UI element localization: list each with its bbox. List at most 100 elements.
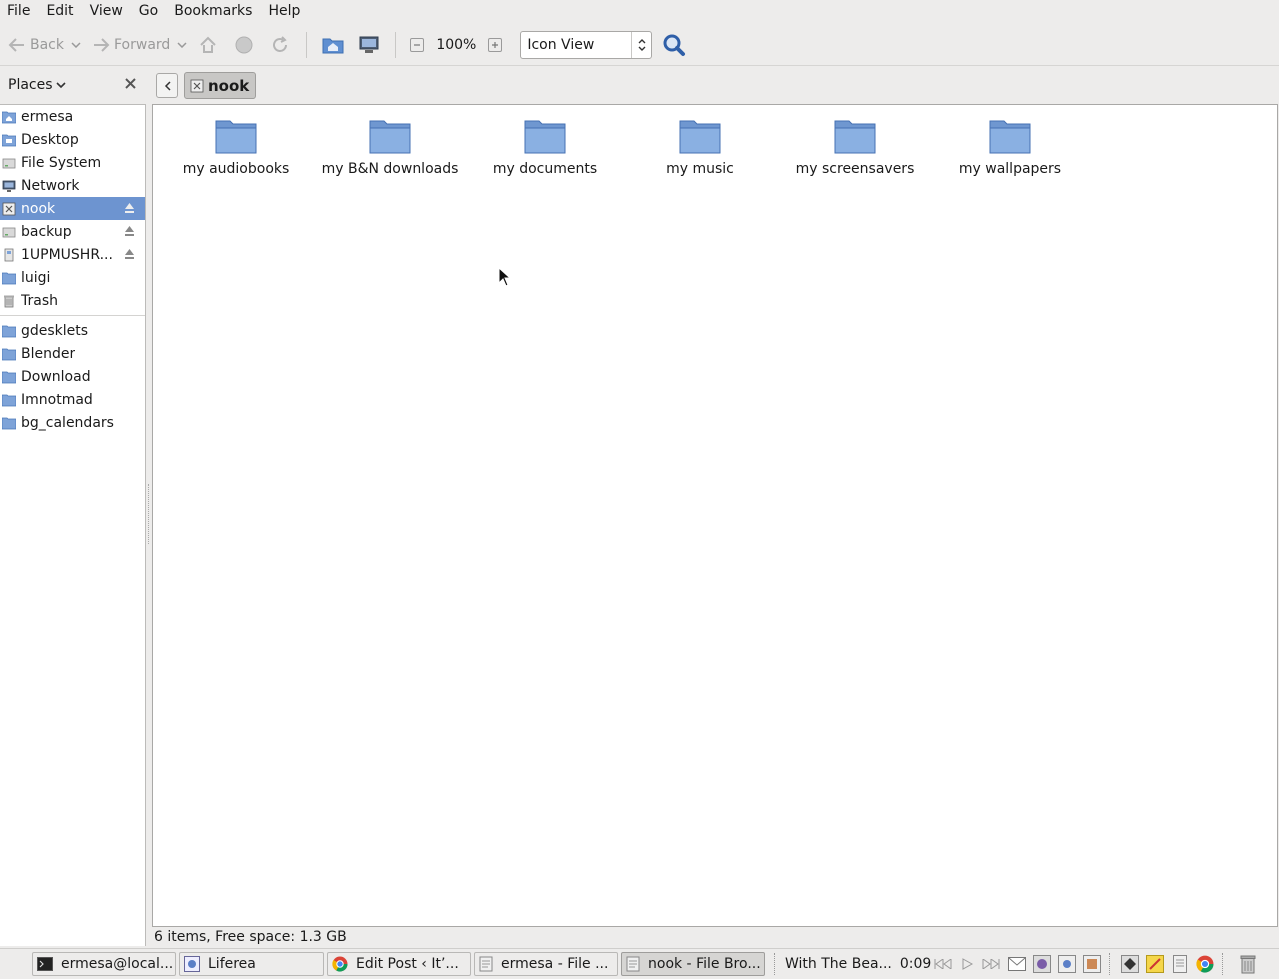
file-browser-icon (626, 956, 640, 972)
trash-applet-icon[interactable] (1237, 953, 1259, 975)
place-label: Trash (21, 292, 58, 309)
place-backup[interactable]: backup (0, 220, 145, 243)
folder-icon (2, 371, 16, 383)
sidebar-title: Places (8, 77, 53, 93)
forward-arrow-icon (94, 37, 110, 52)
task-file-browser-ermesa[interactable]: ermesa - File ... (474, 952, 618, 976)
terminal-icon (37, 957, 53, 971)
home-button[interactable] (315, 29, 351, 61)
folder-item[interactable]: my music (625, 117, 775, 177)
mouse-pointer-icon (498, 267, 512, 287)
place-ermesa[interactable]: ermesa (0, 105, 145, 128)
task-liferea[interactable]: Liferea (179, 952, 324, 976)
menu-go[interactable]: Go (131, 0, 166, 22)
search-button[interactable] (656, 29, 692, 61)
menu-bookmarks[interactable]: Bookmarks (166, 0, 260, 22)
forward-button[interactable]: Forward (88, 29, 174, 61)
place-luigi[interactable]: luigi (0, 266, 145, 289)
removable-drive-icon (4, 248, 14, 261)
menu-edit[interactable]: Edit (38, 0, 81, 22)
close-sidebar-button[interactable] (125, 77, 136, 93)
bookmark-imnotmad[interactable]: Imnotmad (0, 388, 145, 411)
back-button[interactable]: Back (4, 29, 68, 61)
folder-icon (2, 348, 16, 360)
pidgin-icon[interactable] (1031, 953, 1053, 975)
place-nook[interactable]: nook (0, 197, 145, 220)
places-sidebar: ermesa Desktop File System Network nook … (0, 104, 146, 946)
task-file-browser-nook[interactable]: nook - File Bro... (621, 952, 765, 976)
place-network[interactable]: Network (0, 174, 145, 197)
folder-item[interactable]: my screensavers (780, 117, 930, 177)
eject-icon[interactable] (124, 225, 135, 237)
folder-item[interactable]: my documents (470, 117, 620, 177)
play-button[interactable] (955, 954, 979, 974)
menu-file[interactable]: File (0, 0, 38, 22)
forward-history-dropdown[interactable] (174, 29, 190, 61)
zoom-in-button[interactable] (488, 37, 503, 52)
file-icon-view[interactable]: my audiobooks my B&N downloads my docume… (152, 104, 1278, 927)
place-1upmushr[interactable]: 1UPMUSHR... (0, 243, 145, 266)
toolbar-separator (306, 31, 308, 58)
view-mode-select[interactable]: Icon View (520, 30, 653, 59)
device-icon (190, 79, 204, 92)
place-label: 1UPMUSHR... (21, 246, 113, 263)
folder-icon (2, 272, 16, 284)
chrome-tray-icon[interactable] (1194, 953, 1216, 975)
bookmark-label: Imnotmad (21, 391, 93, 408)
sidebar-separator (0, 315, 145, 316)
search-icon (663, 34, 686, 56)
path-scroll-left-button[interactable] (156, 73, 178, 98)
place-trash[interactable]: Trash (0, 289, 145, 312)
task-chrome[interactable]: Edit Post ‹ It’... (327, 952, 471, 976)
bookmark-download[interactable]: Download (0, 365, 145, 388)
places-dropdown[interactable]: Places (8, 77, 66, 93)
next-track-button[interactable] (979, 954, 1003, 974)
chrome-icon (332, 956, 348, 972)
up-button[interactable] (190, 29, 226, 61)
home-folder-icon (322, 38, 344, 53)
network-status-icon[interactable] (1056, 953, 1078, 975)
folder-item[interactable]: my B&N downloads (315, 117, 465, 177)
puzzle-icon[interactable] (1081, 953, 1103, 975)
computer-button[interactable] (351, 29, 387, 61)
computer-icon (359, 36, 379, 53)
now-playing-title: With The Bea... (785, 956, 892, 972)
home-folder-icon (2, 111, 16, 123)
back-label: Back (30, 36, 64, 53)
previous-track-button[interactable] (931, 954, 955, 974)
place-desktop[interactable]: Desktop (0, 128, 145, 151)
menu-help[interactable]: Help (260, 0, 308, 22)
up-arrow-icon (200, 36, 217, 53)
folder-label: my wallpapers (958, 161, 1062, 177)
folder-item[interactable]: my audiobooks (161, 117, 311, 177)
eject-icon[interactable] (124, 248, 135, 260)
forward-label: Forward (114, 36, 171, 53)
bookmark-blender[interactable]: Blender (0, 342, 145, 365)
file-icon[interactable] (1169, 953, 1191, 975)
chevron-down-icon (177, 41, 187, 48)
stop-icon (235, 36, 253, 53)
path-crumb-nook[interactable]: nook (184, 72, 257, 99)
mail-icon[interactable] (1006, 953, 1028, 975)
place-file-system[interactable]: File System (0, 151, 145, 174)
liferea-icon (184, 956, 200, 972)
folder-item[interactable]: my wallpapers (935, 117, 1085, 177)
stop-button[interactable] (226, 29, 262, 61)
place-label: Desktop (21, 131, 79, 148)
zoom-out-button[interactable] (410, 37, 425, 52)
bookmark-bg-calendars[interactable]: bg_calendars (0, 411, 145, 434)
place-label: luigi (21, 269, 51, 286)
skip-forward-icon (982, 959, 1000, 969)
back-history-dropdown[interactable] (68, 29, 84, 61)
task-label: nook - File Bro... (648, 956, 761, 972)
task-terminal[interactable]: ermesa@local... (32, 952, 176, 976)
reload-button[interactable] (262, 29, 298, 61)
window-icon[interactable] (1119, 953, 1141, 975)
notes-icon[interactable] (1144, 953, 1166, 975)
reload-icon (273, 35, 288, 52)
eject-icon[interactable] (124, 202, 135, 214)
menu-view[interactable]: View (82, 0, 131, 22)
close-icon (125, 78, 136, 89)
folder-label: my B&N downloads (321, 161, 459, 177)
bookmark-gdesklets[interactable]: gdesklets (0, 319, 145, 342)
